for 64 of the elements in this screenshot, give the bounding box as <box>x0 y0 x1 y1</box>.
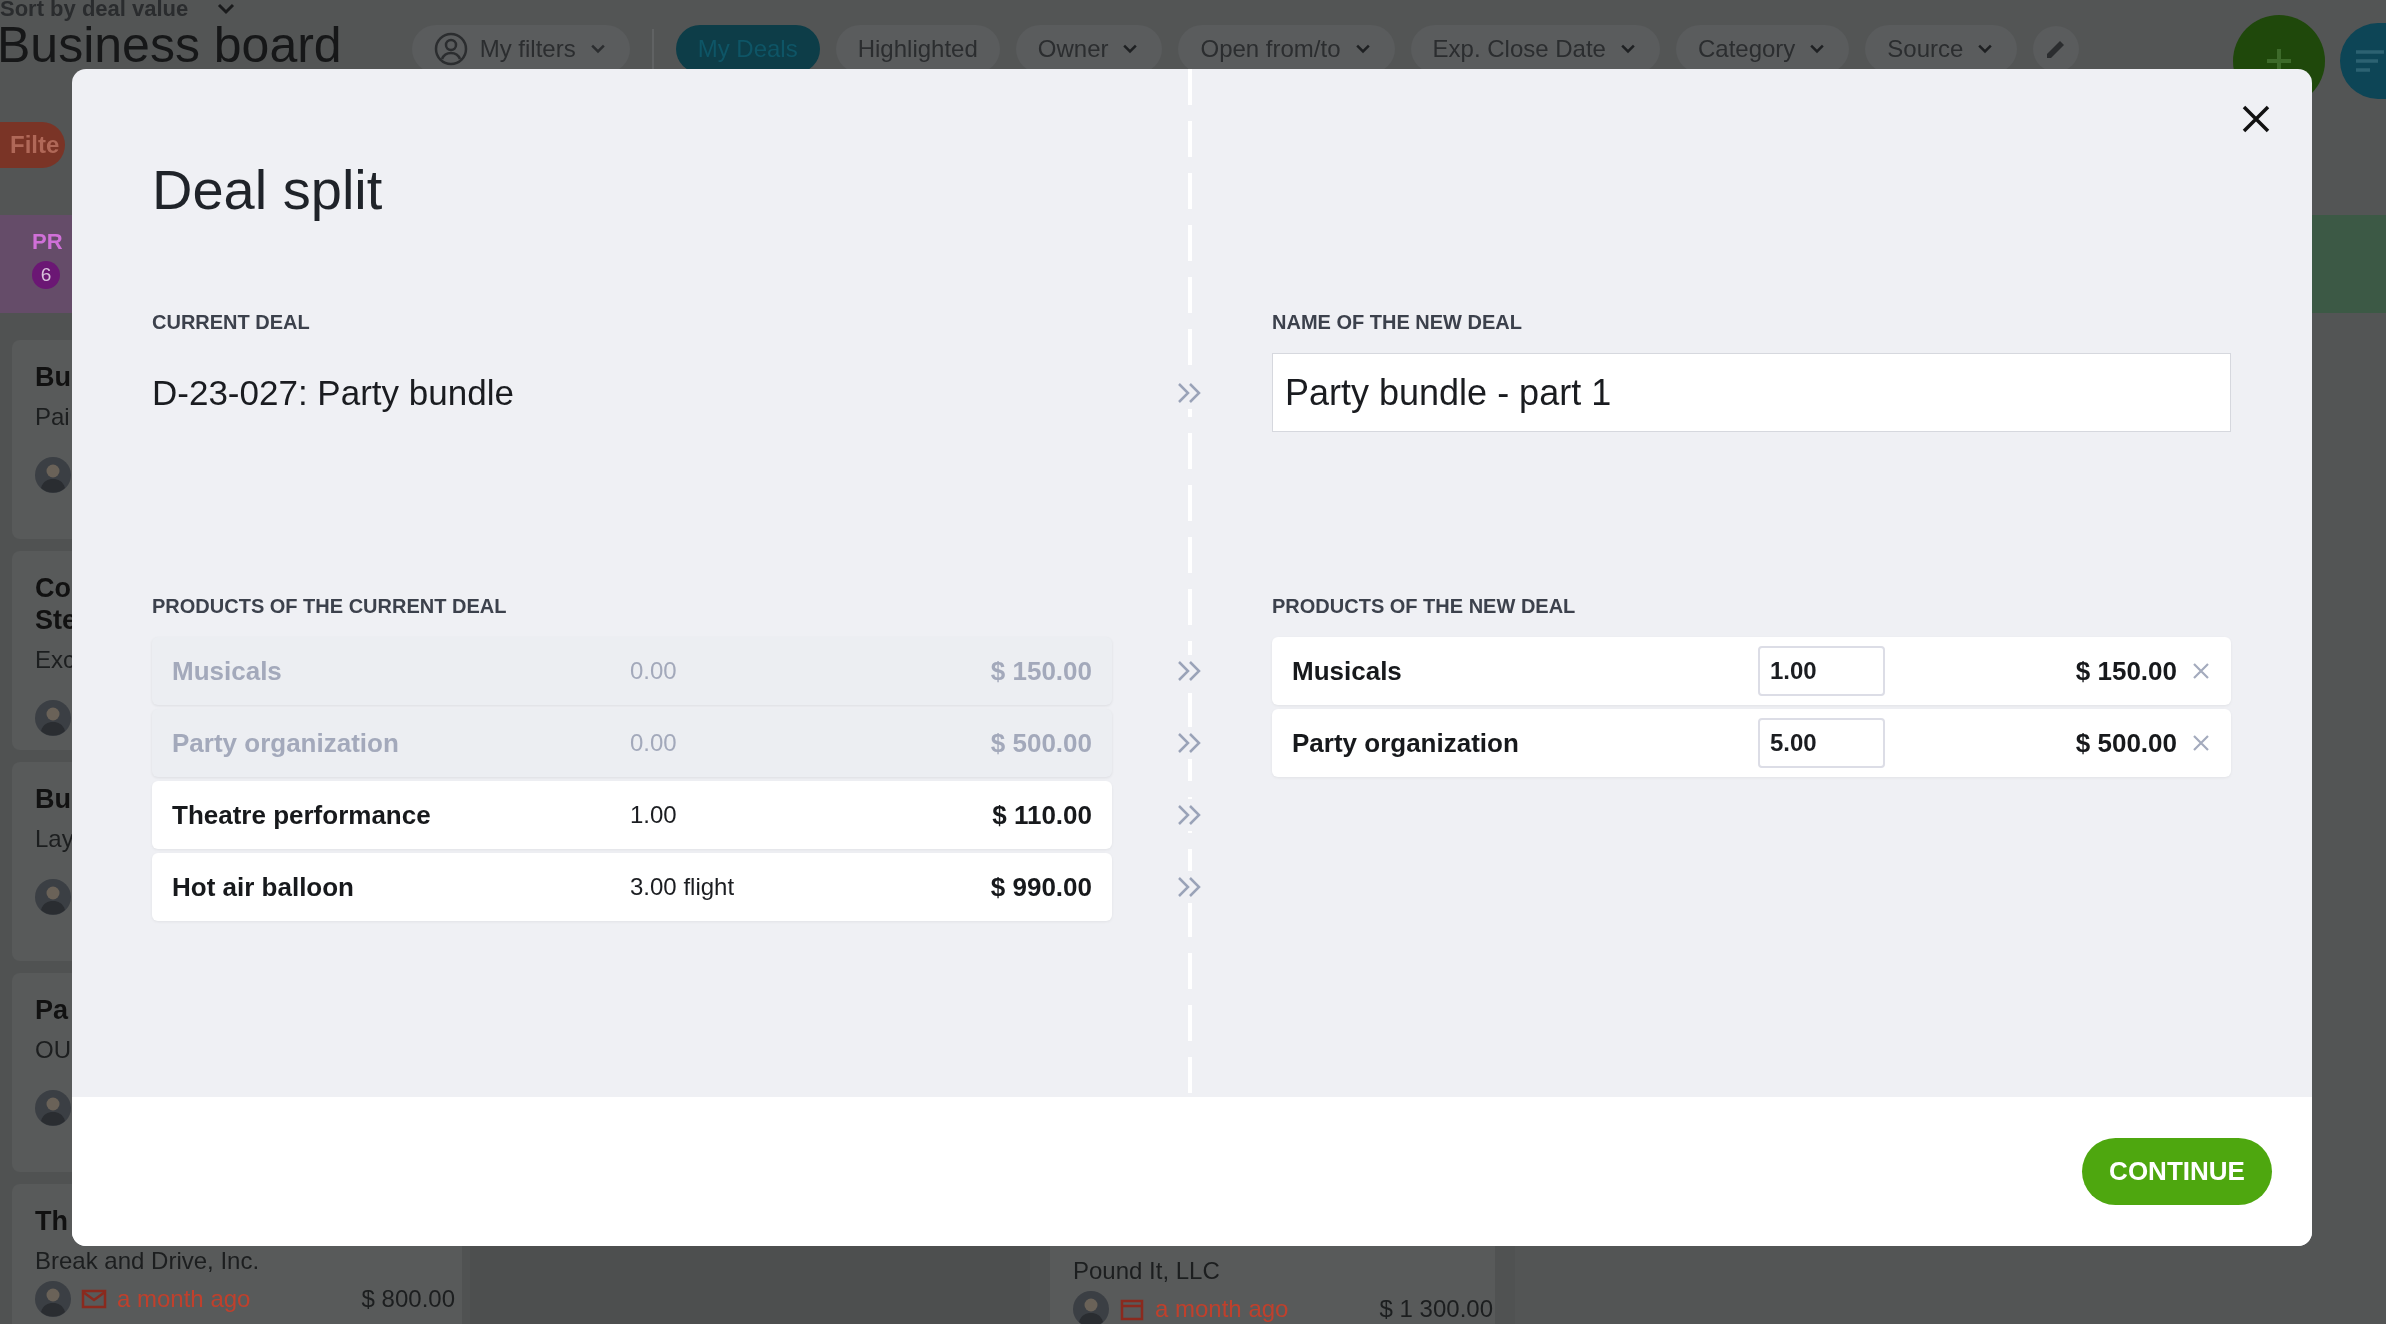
close-icon <box>2191 661 2211 681</box>
continue-button[interactable]: CONTINUE <box>2082 1138 2272 1205</box>
count-badge: 6 <box>32 261 60 289</box>
section-label: CURRENT DEAL <box>152 310 310 335</box>
avatar-icon <box>35 457 71 493</box>
menu-button[interactable] <box>2340 23 2386 99</box>
page-title: Business board <box>0 20 342 70</box>
deal-title: Co <box>35 572 71 604</box>
deal-title: Bu <box>35 361 71 393</box>
product-price: $ 500.00 <box>2075 727 2177 759</box>
company-name: Pound It, LLC <box>1073 1257 1220 1285</box>
company-name: Lay <box>35 825 74 853</box>
quantity-field[interactable]: 1.00 <box>1758 646 1885 696</box>
calendar-icon <box>1119 1297 1145 1321</box>
mail-icon <box>81 1287 107 1311</box>
section-label: PRODUCTS OF THE NEW DEAL <box>1272 594 1576 619</box>
company-name: Exc <box>35 646 75 674</box>
product-quantity: 3.00 flight <box>630 873 735 901</box>
close-icon <box>2191 733 2211 753</box>
activity-date: a month ago <box>117 1285 251 1313</box>
product-name: Party organization <box>1292 727 1520 759</box>
remove-button[interactable] <box>2191 733 2211 753</box>
avatar-icon <box>35 1090 71 1126</box>
section-label: PRODUCTS OF THE CURRENT DEAL <box>152 594 507 619</box>
deal-name: D-23-027: Party bundle <box>152 372 514 413</box>
menu-icon <box>2354 48 2386 74</box>
activity-date: a month ago <box>1155 1295 1289 1323</box>
product-price: $ 990.00 <box>990 871 1092 903</box>
company-name: OU <box>35 1036 71 1064</box>
dialog-title: Deal split <box>152 157 383 223</box>
product-name: Musicals <box>1292 655 1403 687</box>
quantity-field[interactable]: 5.00 <box>1758 718 1885 768</box>
company-name: Pai <box>35 403 70 431</box>
product-quantity: 1.00 <box>630 801 677 829</box>
edit-button[interactable] <box>2033 26 2080 72</box>
product-quantity: 0.00 <box>630 729 677 757</box>
product-price: $ 110.00 <box>992 799 1092 831</box>
avatar-icon <box>35 879 71 915</box>
company-name: Break and Drive, Inc. <box>35 1247 260 1275</box>
product-row[interactable]: Theatre performance 1.00 $ 110.00 <box>152 781 1112 849</box>
product-name: Musicals <box>172 655 283 687</box>
avatar-icon <box>35 700 71 736</box>
user-icon <box>433 32 468 66</box>
deal-value: $ 800.00 <box>361 1285 455 1313</box>
deal-title: Pa <box>35 994 69 1026</box>
deal-value: $ 1 300.00 <box>1379 1295 1493 1323</box>
section-label: NAME OF THE NEW DEAL <box>1272 310 1522 335</box>
column-title: PR <box>32 229 63 255</box>
product-price: $ 500.00 <box>990 727 1092 759</box>
remove-button[interactable] <box>2191 661 2211 681</box>
product-quantity: 0.00 <box>630 657 677 685</box>
avatar-icon <box>1073 1291 1109 1324</box>
deal-name-field[interactable]: Party bundle - part 1 <box>1272 353 2231 432</box>
deal-title: Bu <box>35 783 71 815</box>
product-name: Theatre performance <box>172 799 432 831</box>
deal-title: Th <box>35 1205 68 1237</box>
product-name: Hot air balloon <box>172 871 355 903</box>
product-row[interactable]: Hot air balloon 3.00 flight $ 990.00 <box>152 853 1112 921</box>
product-name: Party organization <box>172 727 400 759</box>
close-icon <box>2240 103 2272 135</box>
product-price: $ 150.00 <box>2075 655 2177 687</box>
avatar-icon <box>35 1281 71 1317</box>
product-price: $ 150.00 <box>990 655 1092 687</box>
close-button[interactable] <box>2240 103 2272 135</box>
